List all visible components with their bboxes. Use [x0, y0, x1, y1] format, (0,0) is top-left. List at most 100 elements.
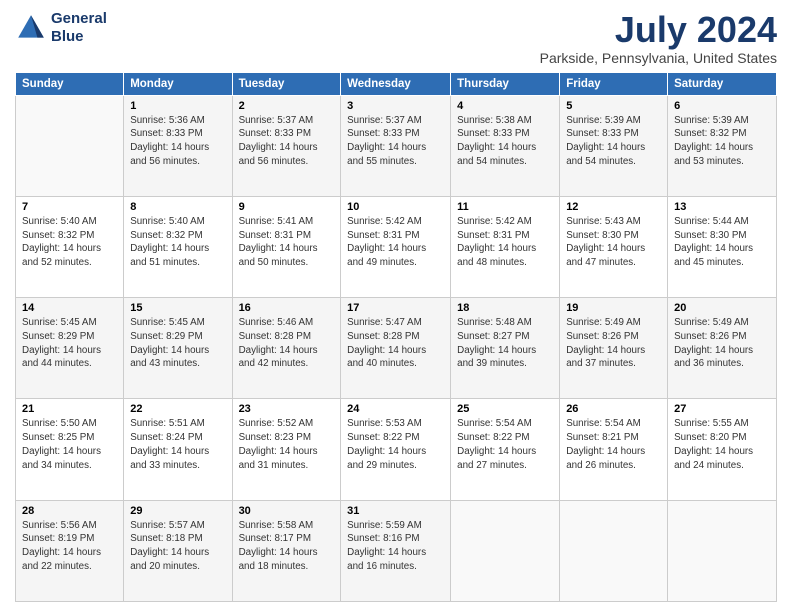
cell-3-5: 18 Sunrise: 5:48 AMSunset: 8:27 PMDayligh… [451, 298, 560, 399]
cell-info: Sunrise: 5:45 AMSunset: 8:29 PMDaylight:… [22, 316, 117, 371]
cell-info: Sunrise: 5:56 AMSunset: 8:19 PMDaylight:… [22, 519, 117, 574]
cell-2-3: 9Sunrise: 5:41 AMSunset: 8:31 PMDaylight… [232, 196, 341, 297]
calendar-body: 1Sunrise: 5:36 AMSunset: 8:33 PMDaylight… [16, 95, 777, 601]
cell-5-4: 31 Sunrise: 5:59 AMSunset: 8:16 PMDayligh… [341, 500, 451, 601]
cell-info: Sunrise: 5:40 AMSunset: 8:32 PMDaylight:… [22, 215, 117, 270]
cell-info: Sunrise: 5:42 AMSunset: 8:31 PMDaylight:… [457, 215, 553, 270]
col-saturday: Saturday [668, 72, 777, 95]
calendar-table: Sunday Monday Tuesday Wednesday Thursday… [15, 72, 777, 602]
cell-4-4: 24Sunrise: 5:53 AMSunset: 8:22 PMDayligh… [341, 399, 451, 500]
day-number: 2 [239, 100, 335, 112]
cell-1-6: 5 Sunrise: 5:39 AMSunset: 8:33 PMDaylight… [560, 95, 668, 196]
cell-2-4: 10Sunrise: 5:42 AMSunset: 8:31 PMDayligh… [341, 196, 451, 297]
day-number: 21 [22, 403, 117, 415]
cell-info: Sunrise: 5:39 AMSunset: 8:32 PMDaylight:… [674, 114, 770, 169]
cell-info: Sunrise: 5:37 AMSunset: 8:33 PMDaylight:… [239, 114, 335, 169]
day-number: 30 [239, 505, 335, 517]
cell-info: Sunrise: 5:40 AMSunset: 8:32 PMDaylight:… [130, 215, 225, 270]
page: General Blue July 2024 Parkside, Pennsyl… [0, 0, 792, 612]
col-sunday: Sunday [16, 72, 124, 95]
cell-info: Sunrise: 5:54 AMSunset: 8:21 PMDaylight:… [566, 417, 661, 472]
day-number: 27 [674, 403, 770, 415]
day-number: 14 [22, 302, 117, 314]
cell-1-5: 4 Sunrise: 5:38 AMSunset: 8:33 PMDaylight… [451, 95, 560, 196]
cell-1-7: 6 Sunrise: 5:39 AMSunset: 8:32 PMDaylight… [668, 95, 777, 196]
day-number: 19 [566, 302, 661, 314]
day-number: 17 [347, 302, 444, 314]
cell-info: Sunrise: 5:38 AMSunset: 8:33 PMDaylight:… [457, 114, 553, 169]
cell-2-7: 13 Sunrise: 5:44 AMSunset: 8:30 PMDayligh… [668, 196, 777, 297]
col-friday: Friday [560, 72, 668, 95]
col-monday: Monday [124, 72, 232, 95]
cell-info: Sunrise: 5:37 AMSunset: 8:33 PMDaylight:… [347, 114, 444, 169]
cell-info: Sunrise: 5:51 AMSunset: 8:24 PMDaylight:… [130, 417, 225, 472]
day-number: 16 [239, 302, 335, 314]
calendar-row-2: 7 Sunrise: 5:40 AMSunset: 8:32 PMDaylight… [16, 196, 777, 297]
cell-info: Sunrise: 5:46 AMSunset: 8:28 PMDaylight:… [239, 316, 335, 371]
logo-text: General Blue [51, 10, 107, 46]
day-number: 3 [347, 100, 444, 112]
day-number: 26 [566, 403, 661, 415]
cell-info: Sunrise: 5:49 AMSunset: 8:26 PMDaylight:… [674, 316, 770, 371]
day-number: 11 [457, 201, 553, 213]
day-number: 18 [457, 302, 553, 314]
cell-info: Sunrise: 5:49 AMSunset: 8:26 PMDaylight:… [566, 316, 661, 371]
day-number: 7 [22, 201, 117, 213]
cell-info: Sunrise: 5:52 AMSunset: 8:23 PMDaylight:… [239, 417, 335, 472]
cell-4-2: 22 Sunrise: 5:51 AMSunset: 8:24 PMDayligh… [124, 399, 232, 500]
calendar-row-3: 14 Sunrise: 5:45 AMSunset: 8:29 PMDayligh… [16, 298, 777, 399]
cell-4-5: 25Sunrise: 5:54 AMSunset: 8:22 PMDayligh… [451, 399, 560, 500]
col-thursday: Thursday [451, 72, 560, 95]
cell-info: Sunrise: 5:48 AMSunset: 8:27 PMDaylight:… [457, 316, 553, 371]
cell-3-7: 20 Sunrise: 5:49 AMSunset: 8:26 PMDayligh… [668, 298, 777, 399]
cell-info: Sunrise: 5:55 AMSunset: 8:20 PMDaylight:… [674, 417, 770, 472]
day-number: 12 [566, 201, 661, 213]
day-number: 20 [674, 302, 770, 314]
day-number: 24 [347, 403, 444, 415]
cell-1-1 [16, 95, 124, 196]
header: General Blue July 2024 Parkside, Pennsyl… [15, 10, 777, 66]
cell-info: Sunrise: 5:41 AMSunset: 8:31 PMDaylight:… [239, 215, 335, 270]
cell-3-3: 16 Sunrise: 5:46 AMSunset: 8:28 PMDayligh… [232, 298, 341, 399]
cell-5-6 [560, 500, 668, 601]
calendar-row-1: 1Sunrise: 5:36 AMSunset: 8:33 PMDaylight… [16, 95, 777, 196]
cell-3-2: 15 Sunrise: 5:45 AMSunset: 8:29 PMDayligh… [124, 298, 232, 399]
cell-info: Sunrise: 5:44 AMSunset: 8:30 PMDaylight:… [674, 215, 770, 270]
day-number: 23 [239, 403, 335, 415]
cell-3-6: 19 Sunrise: 5:49 AMSunset: 8:26 PMDayligh… [560, 298, 668, 399]
day-number: 5 [566, 100, 661, 112]
day-number: 13 [674, 201, 770, 213]
cell-info: Sunrise: 5:57 AMSunset: 8:18 PMDaylight:… [130, 519, 225, 574]
title-block: July 2024 Parkside, Pennsylvania, United… [540, 10, 777, 66]
cell-info: Sunrise: 5:36 AMSunset: 8:33 PMDaylight:… [130, 114, 225, 169]
cell-info: Sunrise: 5:39 AMSunset: 8:33 PMDaylight:… [566, 114, 661, 169]
calendar-row-5: 28Sunrise: 5:56 AMSunset: 8:19 PMDayligh… [16, 500, 777, 601]
cell-5-1: 28Sunrise: 5:56 AMSunset: 8:19 PMDayligh… [16, 500, 124, 601]
day-number: 6 [674, 100, 770, 112]
cell-2-1: 7 Sunrise: 5:40 AMSunset: 8:32 PMDaylight… [16, 196, 124, 297]
day-number: 15 [130, 302, 225, 314]
main-title: July 2024 [540, 10, 777, 50]
col-tuesday: Tuesday [232, 72, 341, 95]
day-number: 22 [130, 403, 225, 415]
cell-2-5: 11 Sunrise: 5:42 AMSunset: 8:31 PMDayligh… [451, 196, 560, 297]
day-number: 31 [347, 505, 444, 517]
cell-info: Sunrise: 5:42 AMSunset: 8:31 PMDaylight:… [347, 215, 444, 270]
col-wednesday: Wednesday [341, 72, 451, 95]
cell-2-6: 12 Sunrise: 5:43 AMSunset: 8:30 PMDayligh… [560, 196, 668, 297]
cell-5-7 [668, 500, 777, 601]
cell-5-3: 30Sunrise: 5:58 AMSunset: 8:17 PMDayligh… [232, 500, 341, 601]
cell-info: Sunrise: 5:45 AMSunset: 8:29 PMDaylight:… [130, 316, 225, 371]
cell-info: Sunrise: 5:43 AMSunset: 8:30 PMDaylight:… [566, 215, 661, 270]
day-number: 8 [130, 201, 225, 213]
cell-1-2: 1Sunrise: 5:36 AMSunset: 8:33 PMDaylight… [124, 95, 232, 196]
cell-info: Sunrise: 5:59 AMSunset: 8:16 PMDaylight:… [347, 519, 444, 574]
cell-info: Sunrise: 5:47 AMSunset: 8:28 PMDaylight:… [347, 316, 444, 371]
day-number: 4 [457, 100, 553, 112]
cell-4-7: 27 Sunrise: 5:55 AMSunset: 8:20 PMDayligh… [668, 399, 777, 500]
day-number: 29 [130, 505, 225, 517]
cell-3-4: 17 Sunrise: 5:47 AMSunset: 8:28 PMDayligh… [341, 298, 451, 399]
calendar-row-4: 21Sunrise: 5:50 AMSunset: 8:25 PMDayligh… [16, 399, 777, 500]
cell-4-1: 21Sunrise: 5:50 AMSunset: 8:25 PMDayligh… [16, 399, 124, 500]
logo-icon [15, 12, 47, 44]
